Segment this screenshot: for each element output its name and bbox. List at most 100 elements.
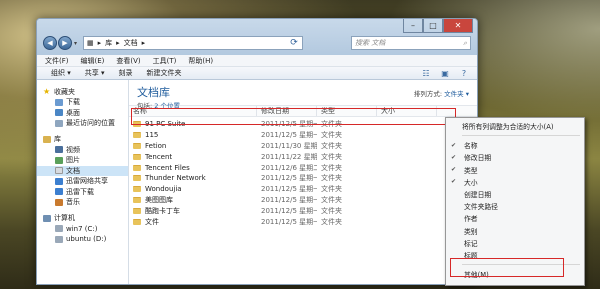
address-bar[interactable]: ▦ ▸ 库 ▸ 文档 ▸ <box>83 36 304 50</box>
folder-icon <box>133 207 141 214</box>
file-type: 文件夹 <box>321 217 342 226</box>
window-controls: – □ ✕ <box>403 19 473 33</box>
folder-icon <box>133 196 141 203</box>
menu-more-columns[interactable]: 其他(M)... <box>446 268 584 280</box>
view-options-icon[interactable]: ☷ <box>419 68 433 78</box>
file-type: 文件夹 <box>321 120 342 129</box>
search-placeholder: 搜索 文档 <box>355 39 386 47</box>
column-option[interactable]: ✔ 名称 <box>446 139 584 151</box>
file-date: 2011/11/22 星期二 ... <box>261 152 317 161</box>
organize-button[interactable]: 组织 ▾ <box>51 68 71 78</box>
folder-icon <box>133 132 141 139</box>
breadcrumb-current[interactable]: 文档 <box>124 38 138 48</box>
file-row[interactable]: 文件 2011/12/5 星期一 ... 文件夹 <box>129 216 477 227</box>
minimize-button[interactable]: – <box>403 19 423 33</box>
file-list-pane: 文档库 包括: 2 个位置 排列方式: 文件夹 ▾ 名称 修改日期 类型 大小 … <box>129 80 477 284</box>
folder-icon <box>133 121 141 128</box>
nav-item-thunder-share[interactable]: 迅雷网络共享 <box>37 176 128 187</box>
menu-edit[interactable]: 编辑(E) <box>81 56 105 66</box>
library-header: 文档库 包括: 2 个位置 排列方式: 文件夹 ▾ <box>129 80 477 110</box>
toolbar-right: ☷ ▣ ? <box>414 68 471 78</box>
file-row[interactable]: 酷跑卡丁车 2011/12/5 星期一 ... 文件夹 <box>129 205 477 216</box>
star-icon: ★ <box>43 87 51 96</box>
checkmark-icon: ✔ <box>451 153 457 161</box>
file-row[interactable]: Wondoujia 2011/12/5 星期一 ... 文件夹 <box>129 184 477 195</box>
refresh-icon[interactable]: ⟳ <box>287 36 301 50</box>
file-row[interactable]: Tencent 2011/11/22 星期二 ... 文件夹 <box>129 151 477 162</box>
forward-button[interactable]: ▶ <box>58 36 72 50</box>
breadcrumb-root[interactable]: 库 <box>105 38 112 48</box>
recent-pages-icon[interactable]: ▾ <box>74 40 77 47</box>
menu-tools[interactable]: 工具(T) <box>153 56 177 66</box>
column-option[interactable]: 标记 <box>446 237 584 249</box>
checkmark-icon: ✔ <box>451 178 457 186</box>
close-button[interactable]: ✕ <box>443 19 473 33</box>
explorer-window: – □ ✕ ◀ ▶ ▾ ▦ ▸ 库 ▸ 文档 ▸ ⟳ 搜索 文档 ⌕ 文件(F)… <box>36 18 478 285</box>
burn-button[interactable]: 刻录 <box>119 68 133 78</box>
column-option[interactable]: 标题 <box>446 249 584 261</box>
file-name: 115 <box>145 131 159 140</box>
file-type: 文件夹 <box>321 152 342 161</box>
column-option[interactable]: 创建日期 <box>446 188 584 200</box>
file-row[interactable]: 美图图库 2011/12/5 星期一 ... 文件夹 <box>129 195 477 206</box>
drive-icon <box>55 235 63 243</box>
new-folder-button[interactable]: 新建文件夹 <box>147 68 182 78</box>
document-icon <box>55 167 63 175</box>
file-type: 文件夹 <box>321 206 342 215</box>
file-name: 酷跑卡丁车 <box>145 206 180 215</box>
nav-item-thunder-download[interactable]: 迅雷下载 <box>37 187 128 198</box>
includes-locations-link[interactable]: 2 个位置 <box>154 102 180 110</box>
column-option[interactable]: 类别 <box>446 225 584 237</box>
column-option[interactable]: 文件夹路径 <box>446 200 584 212</box>
file-type: 文件夹 <box>321 195 342 204</box>
nav-item-pictures[interactable]: 图片 <box>37 155 128 166</box>
file-name: Thunder Network <box>145 174 206 183</box>
nav-computer[interactable]: 计算机 <box>37 213 128 224</box>
menu-autosize-columns[interactable]: 将所有列调整为合适的大小(A) <box>446 120 584 132</box>
menu-file[interactable]: 文件(F) <box>45 56 69 66</box>
file-name: Tencent <box>145 152 173 161</box>
preview-pane-icon[interactable]: ▣ <box>438 68 452 78</box>
file-row[interactable]: Tencent Files 2011/12/6 星期二 ... 文件夹 <box>129 162 477 173</box>
file-row[interactable]: Thunder Network 2011/12/5 星期一 ... 文件夹 <box>129 173 477 184</box>
menu-help[interactable]: 帮助(H) <box>188 56 213 66</box>
column-option[interactable]: ✔ 大小 <box>446 176 584 188</box>
file-row[interactable]: 91 PC Suite 2011/12/5 星期一 ... 文件夹 <box>129 119 477 130</box>
drive-icon <box>55 225 63 233</box>
file-type: 文件夹 <box>321 141 342 150</box>
file-name: 91 PC Suite <box>145 120 186 129</box>
file-name: Wondoujia <box>145 185 182 194</box>
file-row[interactable]: Fetion 2011/11/30 星期三 ... 文件夹 <box>129 141 477 152</box>
nav-favorites[interactable]: ★ 收藏夹 <box>37 86 128 97</box>
nav-item-recent[interactable]: 最近访问的位置 <box>37 118 128 129</box>
maximize-button[interactable]: □ <box>423 19 443 33</box>
nav-item-desktop[interactable]: 桌面 <box>37 108 128 119</box>
file-type: 文件夹 <box>321 163 342 172</box>
nav-item-documents[interactable]: 文档 <box>37 165 128 176</box>
arrange-by-dropdown[interactable]: 文件夹 ▾ <box>444 90 469 98</box>
help-icon[interactable]: ? <box>457 68 471 78</box>
search-icon: ⌕ <box>463 38 467 47</box>
title-bar: – □ ✕ ◀ ▶ ▾ ▦ ▸ 库 ▸ 文档 ▸ ⟳ 搜索 文档 ⌕ <box>37 19 477 55</box>
nav-item-videos[interactable]: 视频 <box>37 145 128 156</box>
nav-item-drive-c[interactable]: win7 (C:) <box>37 224 128 235</box>
file-type: 文件夹 <box>321 174 342 183</box>
column-option[interactable]: 作者 <box>446 212 584 224</box>
search-input[interactable]: 搜索 文档 ⌕ <box>351 36 471 50</box>
menu-view[interactable]: 查看(V) <box>116 56 140 66</box>
column-option[interactable]: ✔ 类型 <box>446 164 584 176</box>
nav-libraries[interactable]: 库 <box>37 134 128 145</box>
share-button[interactable]: 共享 ▾ <box>85 68 105 78</box>
nav-item-downloads[interactable]: 下载 <box>37 97 128 108</box>
file-row[interactable]: 115 2011/12/5 星期一 ... 文件夹 <box>129 130 477 141</box>
music-icon <box>55 198 63 206</box>
video-icon <box>55 146 63 154</box>
column-option[interactable]: ✔ 修改日期 <box>446 151 584 163</box>
library-folder-icon <box>43 135 51 143</box>
nav-item-music[interactable]: 音乐 <box>37 197 128 208</box>
nav-item-drive-d[interactable]: ubuntu (D:) <box>37 234 128 245</box>
back-button[interactable]: ◀ <box>43 36 57 50</box>
folder-icon <box>133 186 141 193</box>
folder-icon <box>133 175 141 182</box>
file-date: 2011/12/5 星期一 ... <box>261 206 317 215</box>
